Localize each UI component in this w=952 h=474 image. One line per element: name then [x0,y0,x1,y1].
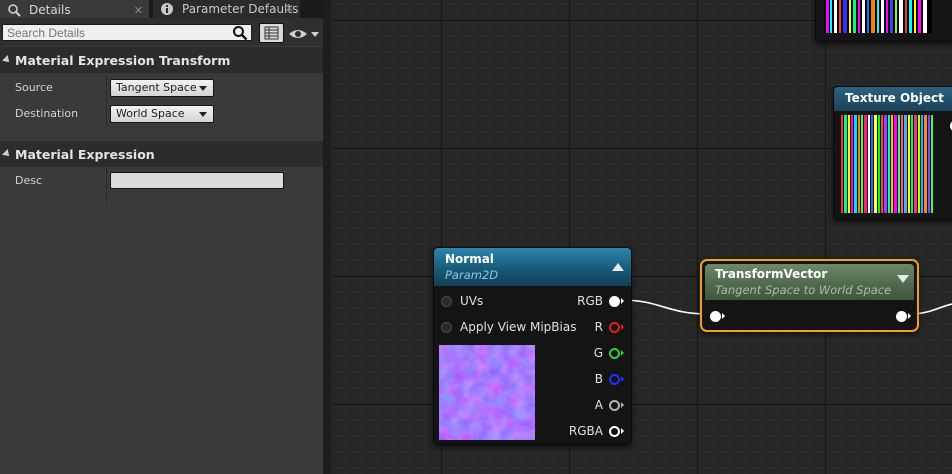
top-texture-node[interactable] [815,0,952,42]
normal-map-preview [439,345,535,440]
connection-wires [620,299,952,315]
chevron-down-icon [311,32,319,37]
pin-label: R [594,320,603,334]
pin-label: A [594,398,603,412]
pin-arrow-icon [621,298,624,304]
details-toolbar [0,18,323,46]
column-divider[interactable] [106,75,107,101]
source-combo-value: Tangent Space [116,81,197,94]
transform-input-pin[interactable] [710,307,725,325]
collapse-node-icon[interactable] [897,275,909,283]
pin-circle-icon [896,310,907,322]
node-title: Texture Object [845,91,944,105]
source-combo[interactable]: Tangent Space [110,79,214,97]
texture-object-header: Texture Object [834,87,952,111]
category-title: Material Expression Transform [15,52,231,68]
pin-arrow-icon [621,402,624,408]
eye-icon [289,30,319,38]
pin-circle-icon [710,310,721,322]
tab-details-close-icon[interactable]: ✕ [134,4,143,17]
category-title: Material Expression [15,146,155,162]
property-label-desc: Desc [15,174,43,187]
grid-list-icon [264,26,279,40]
node-title: Normal [445,252,494,266]
destination-combo[interactable]: World Space [110,105,214,123]
collapse-arrow-icon [2,55,12,65]
transform-vector-node[interactable]: TransformVector Tangent Space to World S… [700,259,919,332]
chevron-down-icon [199,112,207,117]
property-row-destination: Destination World Space [0,101,323,127]
pin-arrow-icon [621,376,624,382]
tab-bar: Details ✕ Parameter Defaults ✕ [0,0,323,18]
input-pin-uvs[interactable]: UVs [441,292,483,310]
node-title: TransformVector [715,267,828,281]
pin-circle-icon [609,347,620,359]
panel-splitter[interactable] [323,0,331,474]
category-material-expression-transform[interactable]: Material Expression Transform [0,47,323,73]
pin-arrow-icon [908,313,911,319]
pin-label: B [594,372,603,386]
collapse-node-icon[interactable] [612,263,624,271]
pin-circle-icon [441,295,452,307]
graph-canvas[interactable]: Texture Object Normal Param2D UVs Apply … [331,0,952,474]
tab-parameter-defaults[interactable]: Parameter Defaults ✕ [153,0,300,18]
output-pin-g[interactable]: G [594,344,624,362]
pin-circle-icon [441,321,452,333]
property-label-destination: Destination [15,107,79,120]
pin-label: RGB [577,294,603,308]
property-label-source: Source [15,81,53,94]
search-icon[interactable] [232,25,248,41]
category-material-expression[interactable]: Material Expression [0,141,323,167]
pin-circle-icon [609,373,620,385]
pin-label: Apply View MipBias [460,320,577,334]
pin-label: G [593,346,603,360]
pin-label: UVs [460,294,484,308]
pin-arrow-icon [722,313,725,319]
pin-arrow-icon [621,350,624,356]
pin-arrow-icon [621,324,624,330]
column-divider[interactable] [106,101,107,127]
texture-preview [824,0,932,33]
tab-parameter-defaults-close-icon[interactable]: ✕ [285,2,294,15]
transform-output-pin[interactable] [896,307,911,325]
property-matrix-button[interactable] [259,23,284,43]
destination-combo-value: World Space [116,107,185,120]
info-icon [161,3,173,15]
property-row-source: Source Tangent Space [0,75,323,101]
pin-circle-icon [609,295,620,307]
texture-object-node[interactable]: Texture Object [833,86,952,220]
magnifier-icon [8,4,21,17]
details-panel: Details ✕ Parameter Defaults ✕ Search De… [0,0,323,474]
pin-arrow-icon [621,428,624,434]
output-pin-a[interactable]: A [595,396,624,414]
output-pin-b[interactable]: B [595,370,624,388]
output-pin-rgba[interactable]: RGBA [569,422,624,440]
normal-param2d-node[interactable]: Normal Param2D UVs Apply View MipBias RG… [433,247,632,445]
property-row-desc: Desc [0,168,323,204]
wire-rgb-to-transform [620,299,710,315]
tab-details-label: Details [29,3,71,17]
pin-circle-icon [609,399,620,411]
node-subtitle: Tangent Space to World Space [715,283,892,297]
output-pin-r[interactable]: R [595,318,624,336]
texture-object-preview [839,115,935,213]
material-editor: Details ✕ Parameter Defaults ✕ Search De… [0,0,952,474]
transform-vector-header: TransformVector Tangent Space to World S… [705,264,914,300]
column-divider[interactable] [106,168,107,204]
tab-parameter-defaults-label: Parameter Defaults [182,2,299,16]
output-pin-rgb[interactable]: RGB [577,292,624,310]
pin-label: RGBA [568,424,603,438]
tab-details[interactable]: Details ✕ [0,0,149,18]
chevron-down-icon [199,86,207,91]
view-options-button[interactable] [288,26,320,40]
normal-node-header: Normal Param2D [434,248,631,286]
collapse-arrow-icon [2,149,12,159]
pin-circle-icon [609,425,620,437]
desc-input[interactable] [110,172,284,189]
search-input[interactable] [2,24,252,41]
node-subtitle: Param2D [445,268,499,282]
pin-circle-icon [609,321,620,333]
input-pin-apply-view-mipbias[interactable]: Apply View MipBias [441,318,576,336]
